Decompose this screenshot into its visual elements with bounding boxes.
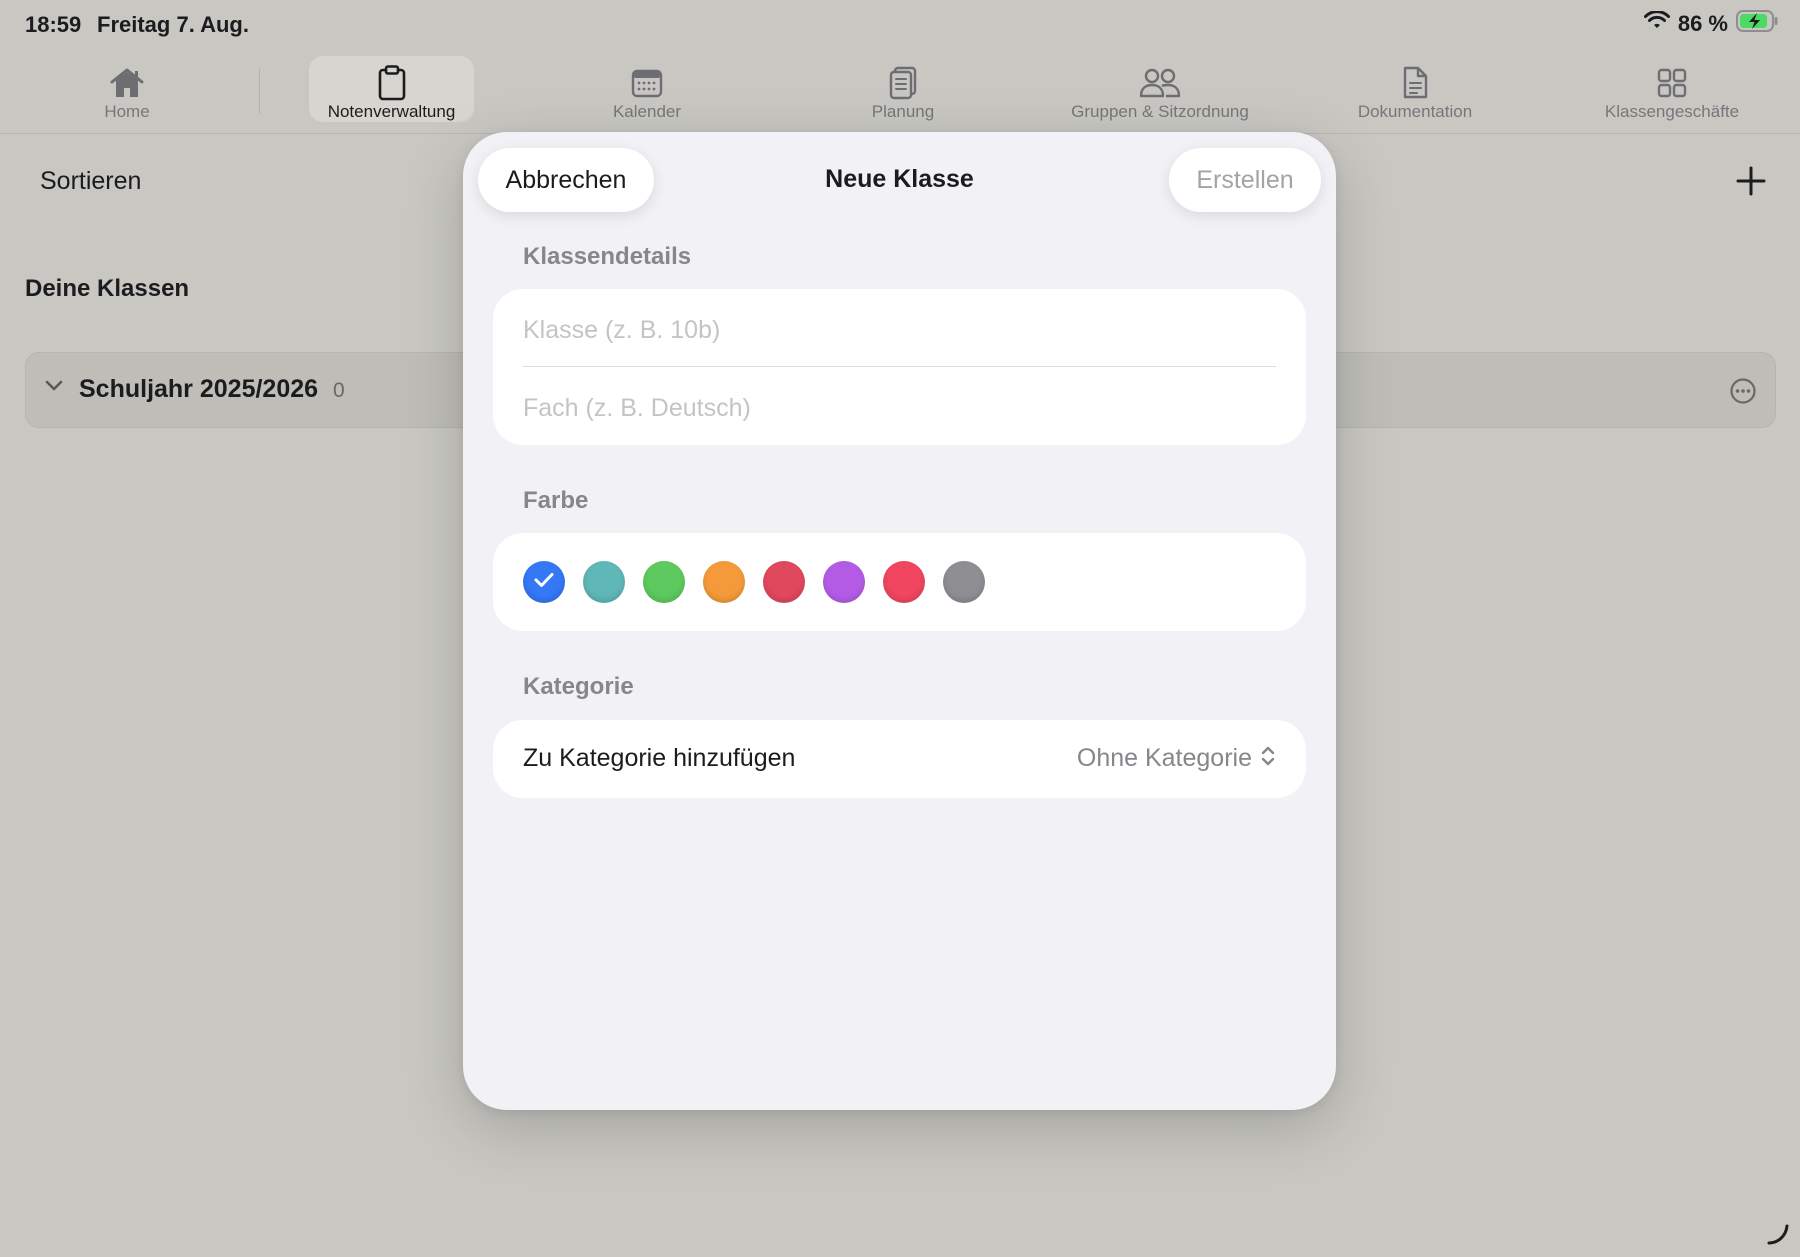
people-icon (1138, 66, 1182, 100)
color-swatch-gray[interactable] (943, 561, 985, 603)
tab-label: Notenverwaltung (327, 102, 456, 121)
resize-handle-icon[interactable] (1766, 1222, 1790, 1251)
field-divider (523, 366, 1276, 367)
clipboard-icon (377, 65, 407, 101)
checkmark-icon (533, 571, 555, 594)
document-icon (1401, 66, 1429, 100)
category-label: Kategorie (523, 673, 634, 700)
plus-icon (1736, 166, 1766, 200)
color-swatch-teal[interactable] (583, 561, 625, 603)
tab-label: Dokumentation (1357, 102, 1473, 121)
tab-divider (259, 68, 260, 114)
tab-label: Kalender (612, 102, 682, 121)
tab-label: Gruppen & Sitzordnung (1071, 102, 1249, 121)
tab-label: Home (104, 102, 150, 121)
class-details-label: Klassendetails (523, 243, 692, 270)
grid-icon (1657, 66, 1687, 100)
color-label: Farbe (523, 487, 589, 514)
tab-home[interactable]: Home (88, 56, 166, 122)
tab-label: Planung (871, 102, 935, 121)
color-picker-card (493, 533, 1306, 631)
calendar-icon (631, 66, 663, 100)
ellipsis-circle-icon[interactable] (1729, 377, 1757, 410)
battery-charging-icon (1736, 10, 1778, 37)
color-swatch-blue[interactable] (523, 561, 565, 603)
color-swatch-pink[interactable] (883, 561, 925, 603)
chevron-up-down-icon (1260, 744, 1276, 773)
tab-notenverwaltung[interactable]: Notenverwaltung (309, 56, 474, 122)
chevron-down-icon[interactable] (44, 379, 64, 398)
tab-label: Klassengeschäfte (1604, 102, 1740, 121)
tab-dokumentation[interactable]: Dokumentation (1351, 56, 1479, 122)
category-row[interactable]: Zu Kategorie hinzufügen Ohne Kategorie (493, 720, 1306, 798)
category-picker[interactable]: Ohne Kategorie (1077, 744, 1276, 773)
class-details-card (493, 289, 1306, 445)
subject-input[interactable] (523, 388, 1276, 428)
tab-bar: Home Notenverwaltung Kalender Planung Gr… (0, 48, 1800, 134)
status-bar: 18:59 Freitag 7. Aug. 86 % (0, 0, 1800, 48)
tab-kalender[interactable]: Kalender (604, 56, 690, 122)
battery-percent: 86 % (1677, 10, 1728, 36)
status-time: 18:59 (25, 12, 82, 37)
status-date: Freitag 7. Aug. (97, 12, 249, 37)
color-swatch-list (523, 561, 985, 603)
color-swatch-purple[interactable] (823, 561, 865, 603)
house-icon (108, 66, 146, 100)
sort-button[interactable]: Sortieren (40, 167, 141, 196)
tab-gruppen-sitzordnung[interactable]: Gruppen & Sitzordnung (1062, 56, 1258, 122)
tab-planung[interactable]: Planung (860, 56, 946, 122)
color-swatch-red[interactable] (763, 561, 805, 603)
school-year-title: Schuljahr 2025/2026 (79, 375, 319, 403)
category-value: Ohne Kategorie (1076, 744, 1252, 772)
tab-klassengeschaefte[interactable]: Klassengeschäfte (1598, 56, 1746, 122)
new-class-sheet: Abbrechen Neue Klasse Erstellen Klassend… (463, 132, 1336, 1110)
add-class-button[interactable] (1736, 166, 1766, 201)
class-name-input[interactable] (523, 310, 1276, 350)
color-swatch-orange[interactable] (703, 561, 745, 603)
color-swatch-green[interactable] (643, 561, 685, 603)
wifi-icon (1643, 10, 1670, 36)
create-button[interactable]: Erstellen (1169, 148, 1321, 212)
school-year-count: 0 (333, 379, 345, 402)
status-indicators: 86 % (1643, 10, 1778, 37)
category-row-label: Zu Kategorie hinzufügen (523, 744, 796, 772)
document-stack-icon (888, 66, 918, 100)
classes-heading: Deine Klassen (25, 275, 190, 302)
